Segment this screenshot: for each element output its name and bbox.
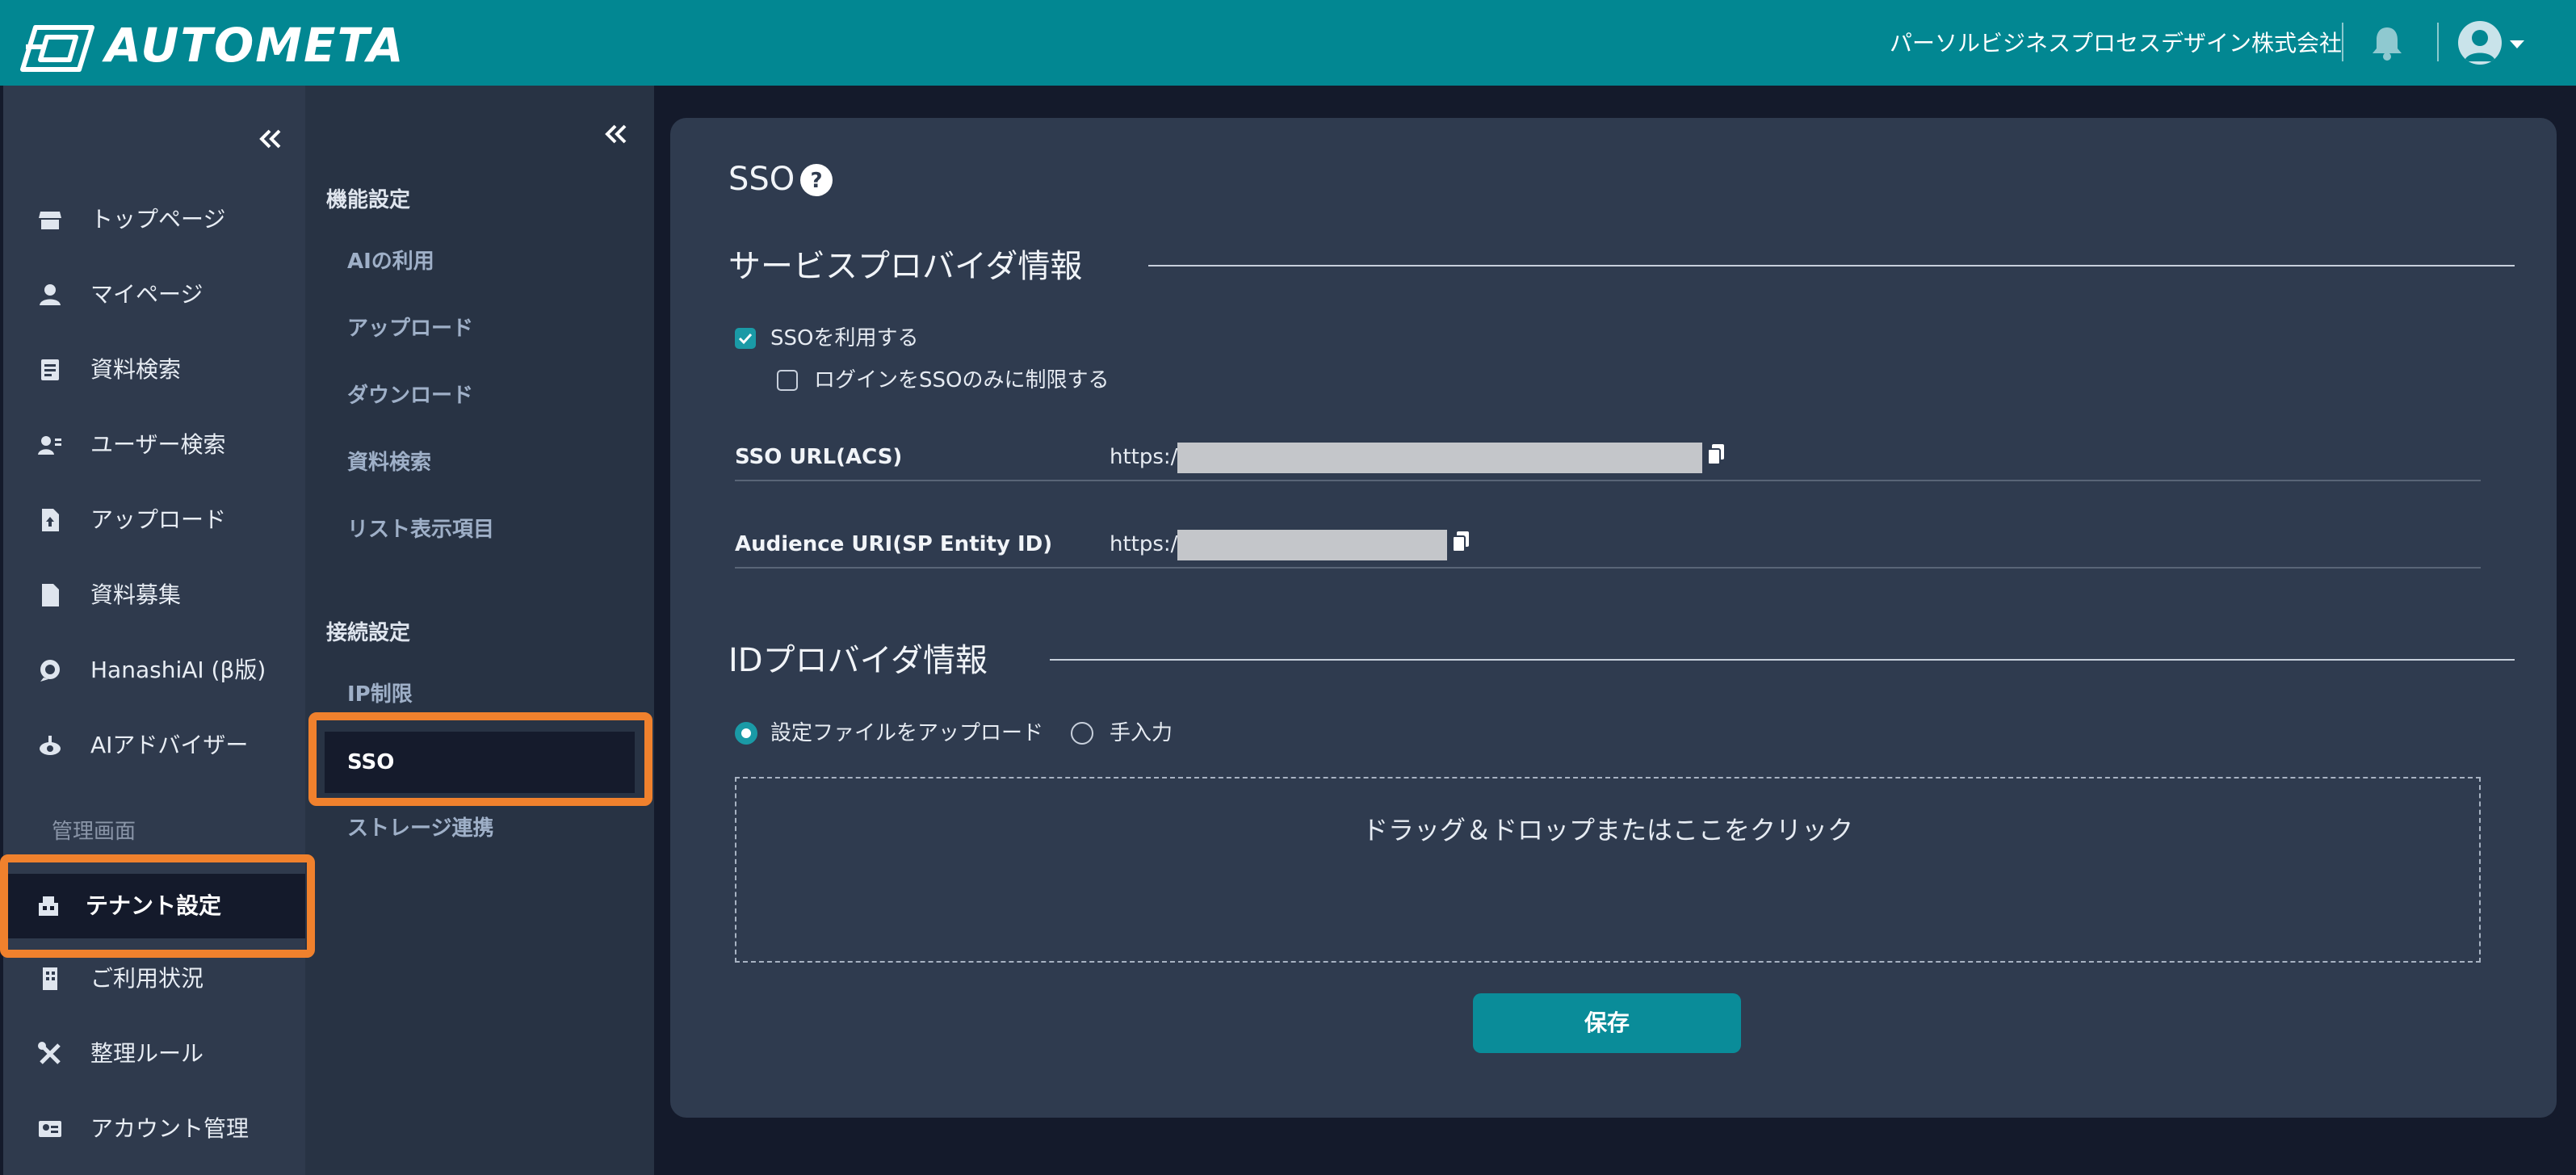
person-icon [40, 284, 61, 305]
idp-section-title: IDプロバイダ情報 [728, 642, 988, 679]
sidebar-item-doc-search[interactable]: 資料検索 [3, 338, 305, 402]
subnav-section-features: 機能設定 [326, 188, 411, 212]
sidebar-item-label: ユーザー検索 [90, 431, 226, 458]
highlight-box [308, 712, 652, 806]
sidebar-item-accounts[interactable]: アカウント管理 [3, 1097, 305, 1161]
audience-uri-value: https:// [1110, 532, 1185, 556]
subnav-item-label: AIの利用 [347, 250, 434, 274]
subnav-item-label: ダウンロード [347, 384, 474, 408]
file-dropzone[interactable]: ドラッグ＆ドロップまたはここをクリック [735, 777, 2481, 963]
section-divider [1050, 659, 2515, 661]
sp-section-title: サービスプロバイダ情報 [728, 248, 1083, 285]
subnav-item-label: アップロード [347, 317, 474, 341]
user-avatar-icon[interactable] [2458, 21, 2502, 65]
admin-section-label: 管理画面 [52, 820, 136, 844]
tools-icon [38, 1042, 61, 1064]
subnav-item-label: リスト表示項目 [347, 518, 495, 542]
sidebar-item-top[interactable]: トップページ [3, 187, 305, 252]
id-card-icon [39, 1121, 61, 1137]
subnav-section-connection: 接続設定 [326, 621, 411, 645]
subnav-item-upload[interactable]: アップロード [305, 298, 654, 359]
save-button[interactable]: 保存 [1473, 993, 1741, 1053]
audience-uri-label: Audience URI(SP Entity ID) [735, 532, 1053, 556]
dropzone-text: ドラッグ＆ドロップまたはここをクリック [1361, 815, 1853, 846]
section-divider [1148, 265, 2515, 266]
building-icon [43, 967, 57, 990]
subnav-item-label: 資料検索 [347, 451, 432, 475]
header-divider [2342, 23, 2343, 61]
sso-url-value: https:// [1110, 445, 1185, 469]
chat-icon [40, 660, 60, 682]
file-upload-icon [42, 509, 59, 531]
radio-upload-file[interactable] [735, 722, 757, 745]
sidebar-item-label: アップロード [90, 506, 227, 533]
page-title: SSO [728, 161, 795, 198]
subnav-item-label: ストレージ連携 [347, 816, 494, 841]
subnav-item-doc-search[interactable]: 資料検索 [305, 432, 654, 493]
chevron-down-icon[interactable] [2508, 39, 2526, 50]
sidebar-item-label: 資料検索 [90, 356, 182, 383]
sidebar-item-label: マイページ [90, 281, 203, 308]
sidebar-item-ai-advisor[interactable]: AIアドバイザー [3, 713, 305, 778]
use-sso-checkbox[interactable] [735, 328, 756, 349]
sso-settings-panel: SSO ? サービスプロバイダ情報 SSOを利用する ログインをSSOのみに制限… [670, 118, 2557, 1118]
document-search-icon [41, 359, 59, 380]
subnav-item-storage[interactable]: ストレージ連携 [305, 798, 654, 859]
question-circle-icon[interactable]: ? [799, 163, 833, 197]
company-name: パーソルビジネスプロセスデザイン株式会社 [1889, 30, 2342, 57]
sidebar-item-label: トップページ [90, 206, 226, 233]
radio-upload-label[interactable]: 設定ファイルをアップロード [770, 717, 1043, 749]
document-icon [42, 584, 59, 606]
app-header: AUTOMETA パーソルビジネスプロセスデザイン株式会社 [0, 0, 2576, 86]
bell-icon[interactable] [2369, 24, 2405, 61]
sidebar-item-upload[interactable]: アップロード [3, 488, 305, 552]
main-sidebar: トップページ マイページ 資料検索 ユーザー検索 アップロード 資料募集 Han… [3, 86, 305, 1175]
subnav-item-download[interactable]: ダウンロード [305, 365, 654, 426]
use-sso-label[interactable]: SSOを利用する [770, 322, 918, 355]
redacted-value [1177, 443, 1702, 473]
row-divider [735, 567, 2481, 569]
header-divider [2437, 23, 2439, 61]
row-divider [735, 480, 2481, 481]
sidebar-item-mypage[interactable]: マイページ [3, 262, 305, 327]
sidebar-item-label: 整理ルール [90, 1040, 204, 1067]
redacted-value [1177, 530, 1447, 560]
subnav-item-list-columns[interactable]: リスト表示項目 [305, 499, 654, 560]
logo-icon[interactable] [19, 23, 95, 74]
app-name[interactable]: AUTOMETA [105, 15, 405, 76]
sidebar-item-hanashiai[interactable]: HanashiAI (β版) [3, 638, 305, 703]
store-icon [39, 212, 61, 229]
radio-manual-input[interactable] [1071, 722, 1093, 745]
subnav-item-ai[interactable]: AIの利用 [305, 231, 654, 292]
sidebar-item-label: 資料募集 [90, 581, 182, 608]
sso-url-label: SSO URL(ACS) [735, 445, 903, 469]
double-chevron-left-icon[interactable] [599, 118, 631, 150]
radio-manual-label[interactable]: 手入力 [1110, 717, 1173, 749]
sidebar-item-label: アカウント管理 [90, 1115, 250, 1142]
check-icon [738, 333, 753, 345]
highlight-box [0, 854, 315, 958]
user-search-icon [38, 436, 61, 455]
restrict-sso-label[interactable]: ログインをSSOのみに制限する [814, 364, 1109, 397]
advisor-icon [40, 736, 61, 755]
copy-icon[interactable] [1705, 443, 1726, 467]
copy-icon[interactable] [1450, 530, 1471, 554]
settings-subnav: 機能設定 AIの利用 アップロード ダウンロード 資料検索 リスト表示項目 接続… [305, 86, 654, 1175]
sidebar-item-label: AIアドバイザー [90, 732, 249, 758]
sidebar-item-recruit[interactable]: 資料募集 [3, 563, 305, 627]
svg-text:?: ? [810, 169, 822, 193]
sidebar-item-user-search[interactable]: ユーザー検索 [3, 413, 305, 477]
sidebar-item-rules[interactable]: 整理ルール [3, 1022, 305, 1086]
double-chevron-left-icon[interactable] [254, 123, 286, 155]
sidebar-item-label: HanashiAI (β版) [90, 657, 266, 683]
restrict-sso-checkbox[interactable] [777, 370, 798, 391]
